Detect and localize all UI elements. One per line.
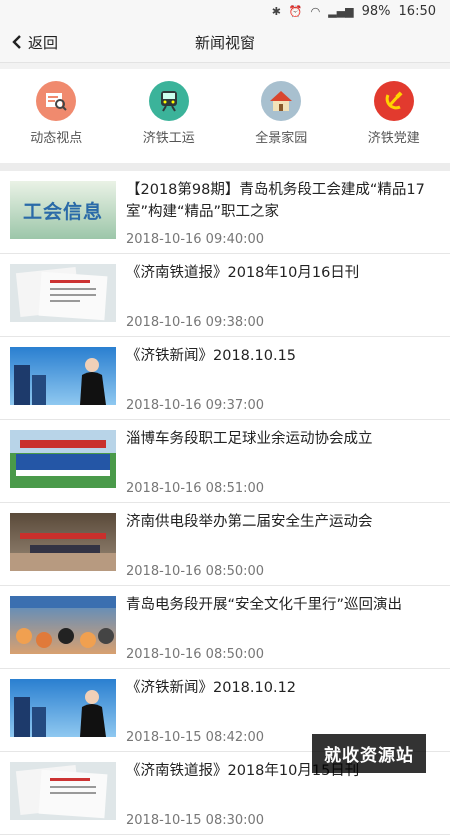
news-anchor-thumbnail xyxy=(10,347,116,405)
news-item[interactable]: 济南供电段举办第二届安全生产运动会 2018-10-16 08:50:00 xyxy=(0,503,450,586)
newspaper-thumbnail xyxy=(10,762,116,820)
category-home[interactable]: 全景家园 xyxy=(225,69,338,163)
status-bar: ✱ ⏰ ◠ ▂▄▆ 98% 16:50 xyxy=(0,0,450,22)
category-label: 全景家园 xyxy=(255,127,307,146)
divider xyxy=(0,163,450,171)
back-label: 返回 xyxy=(28,32,58,53)
clock: 16:50 xyxy=(399,4,436,19)
news-title: 《济铁新闻》2018.10.15 xyxy=(126,345,440,367)
bluetooth-icon: ✱ xyxy=(272,5,281,18)
wifi-icon: ◠ xyxy=(311,5,321,18)
news-title: 【2018第98期】青岛机务段工会建成“精品17室”构建“精品”职工之家 xyxy=(126,179,440,223)
train-icon xyxy=(149,81,189,121)
news-title: 《济南铁道报》2018年10月16日刊 xyxy=(126,262,440,284)
news-title: 青岛电务段开展“安全文化千里行”巡回演出 xyxy=(126,594,440,616)
category-dynamic[interactable]: 动态视点 xyxy=(0,69,113,163)
category-labor-union[interactable]: 济铁工运 xyxy=(113,69,226,163)
category-party[interactable]: 济铁党建 xyxy=(338,69,450,163)
news-item[interactable]: 《济铁新闻》2018.10.15 2018-10-16 09:37:00 xyxy=(0,337,450,420)
category-label: 济铁工运 xyxy=(143,127,195,146)
news-date: 2018-10-16 09:37:00 xyxy=(126,398,264,413)
news-thumbnail: 工会信息 xyxy=(10,181,116,239)
watermark-overlay: 就收资源站 xyxy=(312,734,426,773)
newspaper-thumbnail xyxy=(10,264,116,322)
news-date: 2018-10-16 09:38:00 xyxy=(126,315,264,330)
news-date: 2018-10-15 08:42:00 xyxy=(126,730,264,745)
news-item[interactable]: 《济南铁道报》2018年10月16日刊 2018-10-16 09:38:00 xyxy=(0,254,450,337)
news-date: 2018-10-16 08:50:00 xyxy=(126,564,264,579)
news-title: 济南供电段举办第二届安全生产运动会 xyxy=(126,511,440,533)
news-title: 《济铁新闻》2018.10.12 xyxy=(126,677,440,699)
news-date: 2018-10-16 09:40:00 xyxy=(126,232,264,247)
news-date: 2018-10-16 08:51:00 xyxy=(126,481,264,496)
news-date: 2018-10-16 08:50:00 xyxy=(126,647,264,662)
page-title: 新闻视窗 xyxy=(0,32,450,53)
battery-level: 98% xyxy=(362,4,391,19)
news-item[interactable]: 青岛电务段开展“安全文化千里行”巡回演出 2018-10-16 08:50:00 xyxy=(0,586,450,669)
signal-icon: ▂▄▆ xyxy=(328,5,353,18)
news-search-icon xyxy=(36,81,76,121)
home-icon xyxy=(261,81,301,121)
alarm-icon: ⏰ xyxy=(289,5,303,18)
category-bar: 动态视点 济铁工运 全景家园 济铁党建 xyxy=(0,69,450,163)
header: 返回 新闻视窗 xyxy=(0,22,450,63)
news-anchor-thumbnail xyxy=(10,679,116,737)
crowd-thumbnail xyxy=(10,596,116,654)
news-date: 2018-10-15 08:30:00 xyxy=(126,813,264,828)
party-emblem-icon xyxy=(374,81,414,121)
news-item[interactable]: 工会信息 【2018第98期】青岛机务段工会建成“精品17室”构建“精品”职工之… xyxy=(0,171,450,254)
category-label: 济铁党建 xyxy=(368,127,420,146)
category-label: 动态视点 xyxy=(30,127,82,146)
team-photo-thumbnail xyxy=(10,430,116,488)
back-button[interactable]: 返回 xyxy=(0,32,58,53)
news-item[interactable]: 淄博车务段职工足球业余运动协会成立 2018-10-16 08:51:00 xyxy=(0,420,450,503)
chevron-left-icon xyxy=(12,34,22,50)
thumbnail-caption: 工会信息 xyxy=(23,197,103,224)
gym-hall-thumbnail xyxy=(10,513,116,571)
news-title: 淄博车务段职工足球业余运动协会成立 xyxy=(126,428,440,450)
